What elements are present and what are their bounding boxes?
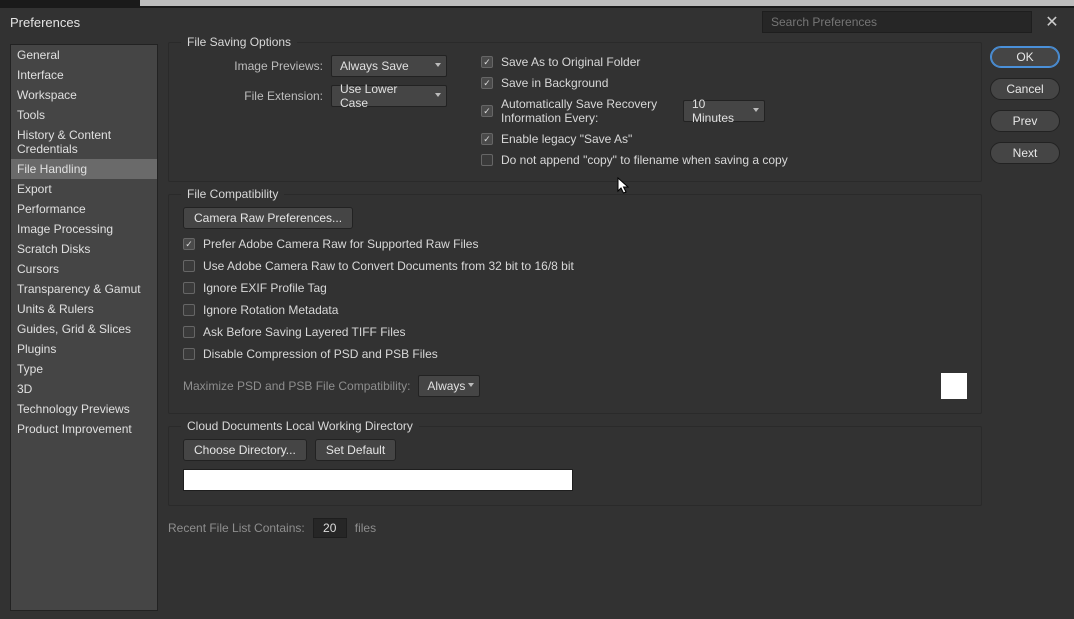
ask-tiff-label: Ask Before Saving Layered TIFF Files — [203, 325, 406, 339]
window-title: Preferences — [10, 15, 80, 30]
do-not-append-copy-checkbox[interactable] — [481, 154, 493, 166]
preferences-sidebar: GeneralInterfaceWorkspaceToolsHistory & … — [10, 44, 158, 611]
cancel-button[interactable]: Cancel — [990, 78, 1060, 100]
use-acr-convert-checkbox[interactable] — [183, 260, 195, 272]
next-button[interactable]: Next — [990, 142, 1060, 164]
save-in-background-label: Save in Background — [501, 76, 608, 90]
color-swatch[interactable] — [941, 373, 967, 399]
ignore-exif-checkbox[interactable] — [183, 282, 195, 294]
sidebar-item-units-rulers[interactable]: Units & Rulers — [11, 299, 157, 319]
sidebar-item-image-processing[interactable]: Image Processing — [11, 219, 157, 239]
legacy-saveas-label: Enable legacy "Save As" — [501, 132, 632, 146]
ignore-rotation-label: Ignore Rotation Metadata — [203, 303, 338, 317]
group-title: File Compatibility — [181, 187, 284, 201]
sidebar-item-scratch-disks[interactable]: Scratch Disks — [11, 239, 157, 259]
camera-raw-prefs-button[interactable]: Camera Raw Preferences... — [183, 207, 353, 229]
chevron-down-icon — [753, 108, 759, 112]
sidebar-item-workspace[interactable]: Workspace — [11, 85, 157, 105]
sidebar-item-3d[interactable]: 3D — [11, 379, 157, 399]
sidebar-item-interface[interactable]: Interface — [11, 65, 157, 85]
set-default-button[interactable]: Set Default — [315, 439, 396, 461]
ignore-rotation-checkbox[interactable] — [183, 304, 195, 316]
ask-tiff-checkbox[interactable] — [183, 326, 195, 338]
chevron-down-icon — [435, 93, 441, 97]
group-title: File Saving Options — [181, 36, 297, 49]
file-compatibility-group: File Compatibility Camera Raw Preference… — [168, 194, 982, 414]
prefer-acr-checkbox[interactable] — [183, 238, 195, 250]
auto-save-recovery-label: Automatically Save Recovery Information … — [501, 97, 671, 125]
file-saving-options-group: File Saving Options Image Previews: Alwa… — [168, 42, 982, 182]
save-as-original-checkbox[interactable] — [481, 56, 493, 68]
cloud-docs-group: Cloud Documents Local Working Directory … — [168, 426, 982, 506]
do-not-append-copy-label: Do not append "copy" to filename when sa… — [501, 153, 788, 167]
cloud-directory-input[interactable] — [183, 469, 573, 491]
sidebar-item-transparency-gamut[interactable]: Transparency & Gamut — [11, 279, 157, 299]
sidebar-item-product-improvement[interactable]: Product Improvement — [11, 419, 157, 439]
search-input[interactable] — [762, 11, 1032, 33]
legacy-saveas-checkbox[interactable] — [481, 133, 493, 145]
file-extension-select[interactable]: Use Lower Case — [331, 85, 447, 107]
choose-directory-button[interactable]: Choose Directory... — [183, 439, 307, 461]
sidebar-item-history-content-credentials[interactable]: History & Content Credentials — [11, 125, 157, 159]
recent-file-label: Recent File List Contains: — [168, 521, 305, 535]
image-previews-label: Image Previews: — [183, 59, 323, 73]
disable-compression-label: Disable Compression of PSD and PSB Files — [203, 347, 438, 361]
disable-compression-checkbox[interactable] — [183, 348, 195, 360]
save-in-background-checkbox[interactable] — [481, 77, 493, 89]
close-icon[interactable]: ✕ — [1040, 12, 1064, 32]
sidebar-item-plugins[interactable]: Plugins — [11, 339, 157, 359]
max-psd-label: Maximize PSD and PSB File Compatibility: — [183, 379, 410, 393]
file-extension-label: File Extension: — [183, 89, 323, 103]
sidebar-item-export[interactable]: Export — [11, 179, 157, 199]
sidebar-item-guides-grid-slices[interactable]: Guides, Grid & Slices — [11, 319, 157, 339]
sidebar-item-general[interactable]: General — [11, 45, 157, 65]
recent-file-suffix: files — [355, 521, 376, 535]
sidebar-item-performance[interactable]: Performance — [11, 199, 157, 219]
chevron-down-icon — [468, 383, 474, 387]
save-as-original-label: Save As to Original Folder — [501, 55, 640, 69]
auto-save-recovery-checkbox[interactable] — [481, 105, 493, 117]
sidebar-item-type[interactable]: Type — [11, 359, 157, 379]
prev-button[interactable]: Prev — [990, 110, 1060, 132]
max-psd-select[interactable]: Always — [418, 375, 480, 397]
ok-button[interactable]: OK — [990, 46, 1060, 68]
recent-file-count-input[interactable] — [313, 518, 347, 538]
sidebar-item-technology-previews[interactable]: Technology Previews — [11, 399, 157, 419]
sidebar-item-cursors[interactable]: Cursors — [11, 259, 157, 279]
group-title: Cloud Documents Local Working Directory — [181, 419, 419, 433]
ignore-exif-label: Ignore EXIF Profile Tag — [203, 281, 327, 295]
prefer-acr-label: Prefer Adobe Camera Raw for Supported Ra… — [203, 237, 478, 251]
image-previews-select[interactable]: Always Save — [331, 55, 447, 77]
sidebar-item-file-handling[interactable]: File Handling — [11, 159, 157, 179]
auto-save-interval-select[interactable]: 10 Minutes — [683, 100, 765, 122]
sidebar-item-tools[interactable]: Tools — [11, 105, 157, 125]
use-acr-convert-label: Use Adobe Camera Raw to Convert Document… — [203, 259, 574, 273]
chevron-down-icon — [435, 63, 441, 67]
